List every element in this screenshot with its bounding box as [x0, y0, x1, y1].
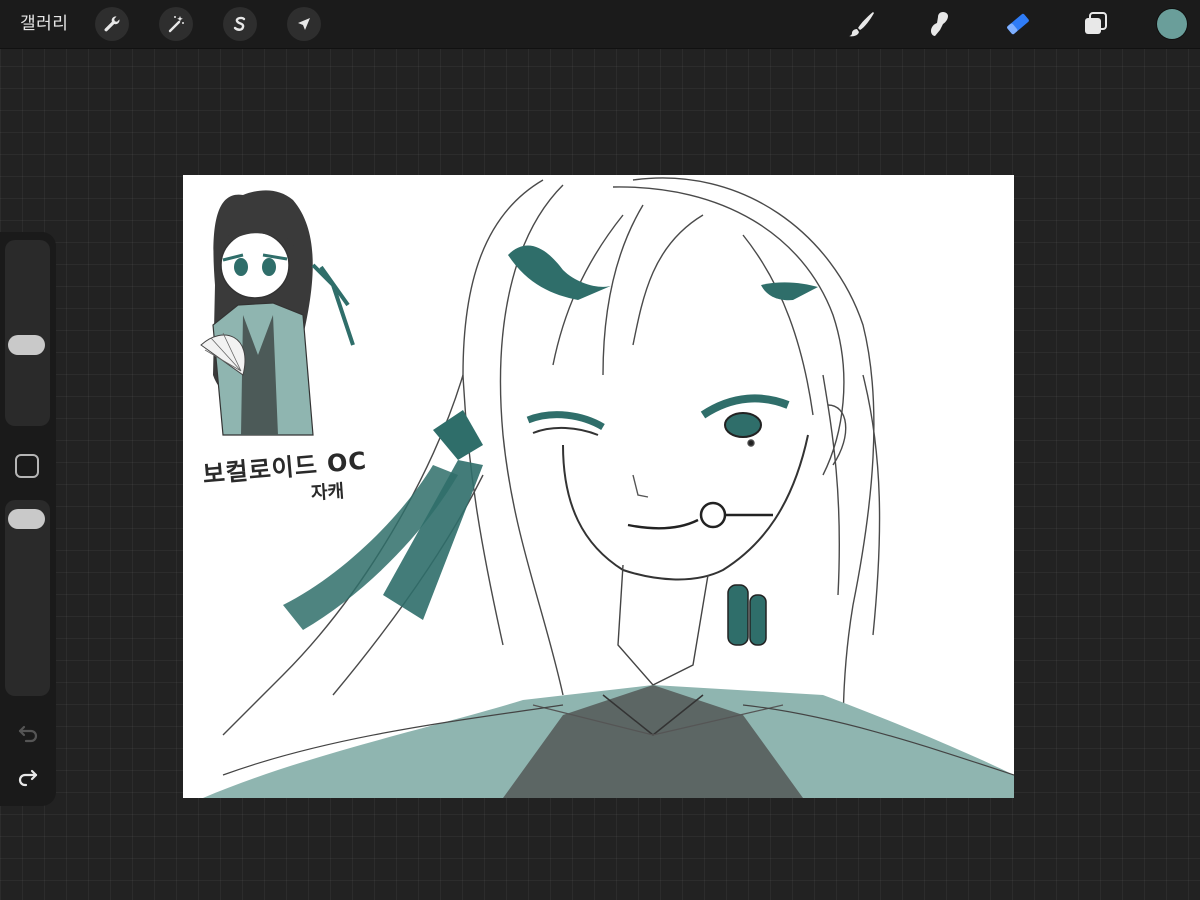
modify-button[interactable]: [15, 454, 39, 478]
brush-icon: [849, 12, 874, 37]
selection-button[interactable]: [223, 7, 257, 41]
transform-arrow-icon: [298, 18, 310, 30]
eraser-icon: [1007, 13, 1029, 35]
adjustments-button[interactable]: [159, 7, 193, 41]
layers-icon: [1085, 12, 1107, 34]
redo-icon: [18, 769, 38, 787]
actions-button[interactable]: [95, 7, 129, 41]
chibi-sketch: [200, 190, 355, 436]
canvas-note-subtitle: 자캐: [310, 480, 345, 505]
undo-icon: [18, 725, 38, 743]
redo-button[interactable]: [14, 763, 42, 791]
gallery-button[interactable]: 갤러리: [20, 12, 68, 36]
selection-icon: [233, 16, 246, 31]
brush-size-slider[interactable]: [5, 240, 50, 426]
smudge-tool-button[interactable]: [922, 6, 958, 42]
brush-size-handle[interactable]: [8, 334, 45, 355]
drawing-canvas[interactable]: 보컬로이드 OC 자캐: [183, 175, 1014, 798]
hair-clip-right: [761, 282, 818, 301]
undo-button[interactable]: [14, 719, 42, 747]
transform-button[interactable]: [287, 7, 321, 41]
eraser-tool-button[interactable]: [1000, 6, 1036, 42]
top-toolbar: 갤러리: [0, 0, 1200, 49]
layers-button[interactable]: [1078, 6, 1114, 42]
smudge-icon: [931, 12, 948, 36]
brush-tool-button[interactable]: [844, 6, 880, 42]
ribbon: [283, 410, 483, 630]
robe-sketch: [203, 685, 1014, 798]
color-picker-swatch[interactable]: [1157, 9, 1187, 39]
opacity-handle[interactable]: [8, 508, 45, 529]
opacity-slider[interactable]: [5, 500, 50, 696]
magic-wand-icon: [168, 16, 184, 33]
wrench-icon: [104, 16, 120, 32]
hair-clip-left: [508, 245, 613, 300]
sketch-artwork: [200, 177, 1014, 798]
left-sidebar: [0, 232, 56, 806]
